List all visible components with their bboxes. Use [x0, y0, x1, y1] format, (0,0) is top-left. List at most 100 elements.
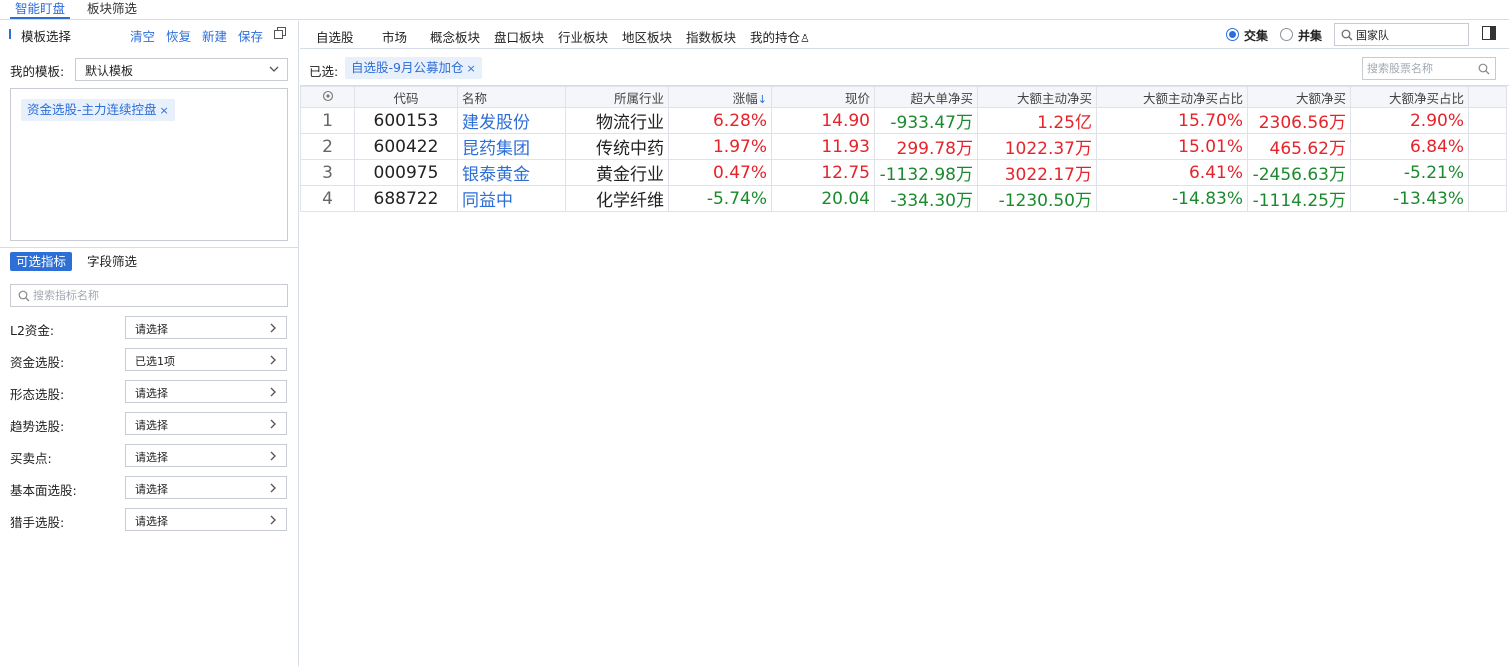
copy-icon[interactable]: [274, 27, 286, 39]
panel-toggle-icon[interactable]: [1482, 26, 1496, 40]
tab-smart-watch[interactable]: 智能盯盘: [10, 1, 71, 19]
remove-tag-icon[interactable]: ×: [160, 104, 169, 117]
indicator-search-box: [10, 284, 288, 307]
l-net-ratio: 2.90%: [1350, 107, 1469, 134]
table-row[interactable]: 1 600153 建发股份 物流行业 6.28% 14.90 -933.47万 …: [300, 107, 1507, 134]
settings-header[interactable]: [300, 86, 355, 108]
xl-net: 299.78万: [874, 133, 978, 160]
col-code[interactable]: 代码: [354, 86, 458, 108]
filter-row-buysell: 买卖点: 请选择: [0, 444, 299, 468]
stock-change: 1.97%: [668, 133, 772, 160]
restore-button[interactable]: 恢复: [166, 26, 191, 45]
cat-holdings[interactable]: 我的持仓♙: [750, 27, 810, 46]
stock-industry: 物流行业: [565, 107, 669, 134]
group-search-input[interactable]: [1356, 27, 1464, 43]
filter-value: 请选择: [135, 515, 168, 528]
col-change[interactable]: 涨幅↓: [668, 86, 772, 108]
new-button[interactable]: 新建: [202, 26, 227, 45]
save-button[interactable]: 保存: [238, 26, 263, 45]
cat-region[interactable]: 地区板块: [622, 27, 672, 46]
tab-field-filter[interactable]: 字段筛选: [81, 252, 143, 271]
tab-sector-filter[interactable]: 板块筛选: [82, 1, 142, 17]
cat-market[interactable]: 市场: [382, 27, 407, 46]
l-net-ratio: -13.43%: [1350, 185, 1469, 212]
filter-value: 请选择: [135, 419, 168, 432]
stock-change: -5.74%: [668, 185, 772, 212]
stock-name-link[interactable]: 昆药集团: [457, 133, 566, 160]
selected-indicator-tag[interactable]: 资金选股-主力连续控盘 ×: [21, 99, 175, 121]
stock-name-link[interactable]: 同益中: [457, 185, 566, 212]
user-icon: ♙: [800, 32, 810, 45]
col-l-active-ratio[interactable]: 大额主动净买占比: [1096, 86, 1248, 108]
row-index: 2: [300, 133, 355, 160]
col-price[interactable]: 现价: [771, 86, 875, 108]
col-l-net-ratio[interactable]: 大额净买占比: [1350, 86, 1469, 108]
chevron-right-icon: [270, 515, 276, 525]
stock-code: 688722: [354, 185, 458, 212]
selected-group-tag[interactable]: 自选股-9月公募加仓 ×: [345, 57, 482, 79]
l-active-net: 3022.17万: [977, 159, 1097, 186]
row-filler: [1468, 185, 1507, 212]
my-template-select[interactable]: 默认模板: [75, 58, 288, 81]
search-icon: [18, 290, 30, 302]
settings-circle-icon[interactable]: [322, 90, 334, 102]
stock-name-link[interactable]: 银泰黄金: [457, 159, 566, 186]
table-row[interactable]: 3 000975 银泰黄金 黄金行业 0.47% 12.75 -1132.98万…: [300, 159, 1507, 186]
col-l-active-net[interactable]: 大额主动净买: [977, 86, 1097, 108]
radio-union[interactable]: [1280, 28, 1293, 41]
stock-price: 12.75: [771, 159, 875, 186]
filter-select-trend[interactable]: 请选择: [125, 412, 287, 435]
tab-available-indicators[interactable]: 可选指标: [10, 252, 73, 271]
stock-search-box: [1362, 57, 1496, 80]
indicator-search-input[interactable]: [33, 287, 283, 304]
filter-select-hunter[interactable]: 请选择: [125, 508, 287, 531]
filter-value: 请选择: [135, 451, 168, 464]
row-index: 3: [300, 159, 355, 186]
row-filler: [1468, 133, 1507, 160]
chevron-right-icon: [270, 483, 276, 493]
stock-industry: 传统中药: [565, 133, 669, 160]
top-tab-bar: 智能盯盘 板块筛选: [0, 0, 1509, 20]
row-filler: [1468, 107, 1507, 134]
stock-name-link[interactable]: 建发股份: [457, 107, 566, 134]
table-row[interactable]: 2 600422 昆药集团 传统中药 1.97% 11.93 299.78万 1…: [300, 133, 1507, 160]
cat-index[interactable]: 指数板块: [686, 27, 736, 46]
template-header: 模板选择 清空 恢复 新建 保存: [0, 21, 299, 48]
right-panel: 自选股 市场 概念板块 盘口板块 行业板块 地区板块 指数板块 我的持仓♙ 交集…: [300, 21, 1509, 666]
search-icon[interactable]: [1478, 63, 1490, 75]
filter-select-fundamental[interactable]: 请选择: [125, 476, 287, 499]
col-l-net[interactable]: 大额净买: [1247, 86, 1351, 108]
chevron-right-icon: [270, 355, 276, 365]
col-xl-net[interactable]: 超大单净买: [874, 86, 978, 108]
stock-change: 0.47%: [668, 159, 772, 186]
cat-concept[interactable]: 概念板块: [430, 27, 480, 46]
stock-search-input[interactable]: [1367, 61, 1475, 77]
filter-label: 资金选股:: [10, 355, 65, 370]
cat-industry[interactable]: 行业板块: [558, 27, 608, 46]
filter-select-pattern[interactable]: 请选择: [125, 380, 287, 403]
remove-tag-icon[interactable]: ×: [466, 62, 475, 75]
clear-button[interactable]: 清空: [130, 26, 155, 45]
filter-label: 趋势选股:: [10, 419, 65, 434]
stock-price: 14.90: [771, 107, 875, 134]
col-name[interactable]: 名称: [457, 86, 566, 108]
cat-handicap[interactable]: 盘口板块: [494, 27, 544, 46]
title-accent-bar: [9, 29, 11, 39]
filter-row-pattern: 形态选股: 请选择: [0, 380, 299, 404]
filter-label: 基本面选股:: [10, 483, 77, 498]
filter-select-buysell[interactable]: 请选择: [125, 444, 287, 467]
filter-select-l2[interactable]: 请选择: [125, 316, 287, 339]
filter-value: 请选择: [135, 387, 168, 400]
stock-table: 代码 名称 所属行业 涨幅↓ 现价 超大单净买 大额主动净买 大额主动净买占比 …: [300, 86, 1507, 212]
l-net: 465.62万: [1247, 133, 1351, 160]
xl-net: -1132.98万: [874, 159, 978, 186]
row-index: 1: [300, 107, 355, 134]
radio-intersection[interactable]: [1226, 28, 1239, 41]
col-industry[interactable]: 所属行业: [565, 86, 669, 108]
stock-code: 000975: [354, 159, 458, 186]
cat-watchlist[interactable]: 自选股: [316, 27, 354, 46]
l-net: -1114.25万: [1247, 185, 1351, 212]
l-active-net: -1230.50万: [977, 185, 1097, 212]
table-row[interactable]: 4 688722 同益中 化学纤维 -5.74% 20.04 -334.30万 …: [300, 185, 1507, 212]
filter-select-fund[interactable]: 已选1项: [125, 348, 287, 371]
